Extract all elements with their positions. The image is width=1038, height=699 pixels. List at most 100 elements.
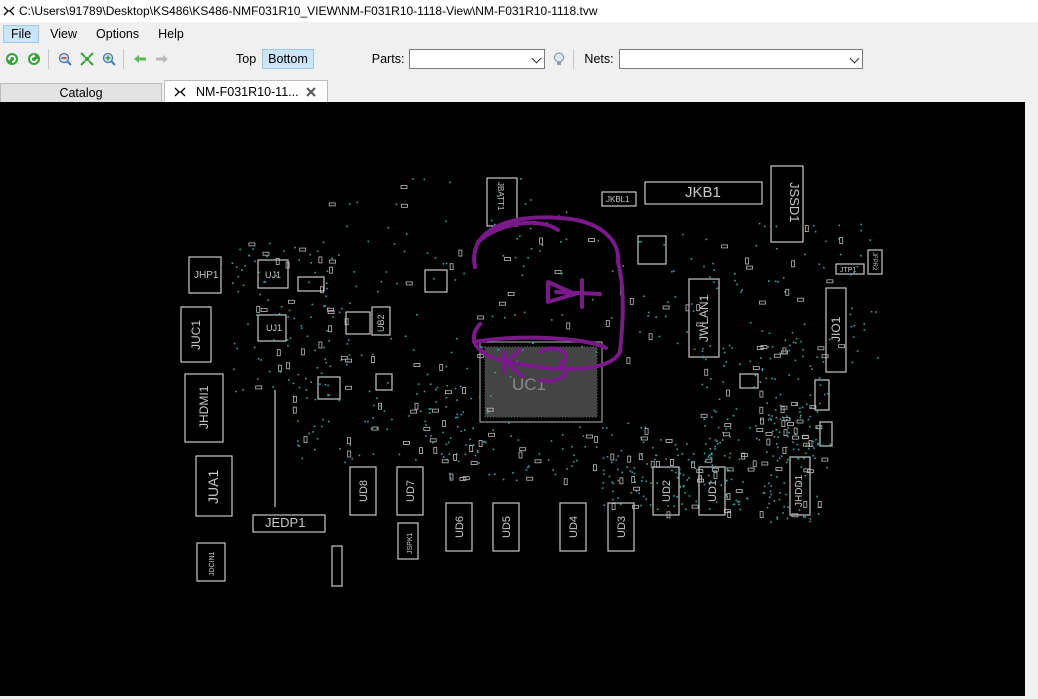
pad — [787, 458, 789, 461]
pad — [756, 437, 758, 440]
menu-file[interactable]: File — [3, 24, 40, 43]
pad — [699, 333, 702, 335]
refresh-button[interactable] — [2, 49, 22, 69]
fit-button[interactable] — [77, 49, 97, 69]
pad — [788, 502, 791, 504]
pad — [704, 425, 706, 427]
zoom-out-button[interactable] — [55, 49, 75, 69]
pad — [617, 497, 619, 499]
smd-part — [319, 286, 324, 294]
smd-part — [318, 256, 323, 264]
pad — [566, 468, 568, 470]
smd-part — [735, 489, 743, 493]
pad — [676, 448, 678, 451]
pad — [496, 195, 499, 197]
back-button[interactable] — [130, 49, 150, 69]
pad — [360, 354, 363, 356]
smd-part — [745, 257, 749, 265]
tab-catalog[interactable]: Catalog — [0, 83, 162, 102]
bottom-layer-button[interactable]: Bottom — [262, 49, 314, 69]
pad — [870, 310, 873, 313]
pad — [641, 480, 643, 482]
pad — [785, 493, 787, 496]
close-icon[interactable] — [305, 86, 317, 98]
pad — [346, 343, 349, 345]
smd-part — [586, 434, 593, 439]
pad — [324, 383, 327, 386]
pad — [776, 516, 778, 518]
pad — [524, 203, 527, 205]
pad — [412, 349, 415, 351]
pad — [456, 416, 459, 419]
pad — [573, 461, 575, 463]
pad — [708, 454, 711, 457]
label-JWLAN1: JWLAN1 — [697, 294, 711, 342]
pad — [311, 303, 314, 306]
pad — [283, 250, 285, 252]
menu-view[interactable]: View — [42, 25, 85, 43]
top-layer-button[interactable]: Top — [230, 50, 262, 68]
menu-options[interactable]: Options — [88, 25, 147, 43]
pad — [640, 504, 642, 507]
forward-button[interactable] — [152, 49, 172, 69]
pad — [435, 401, 437, 403]
refresh-alt-button[interactable] — [24, 49, 44, 69]
pad — [795, 342, 797, 344]
pad — [852, 336, 855, 338]
pad — [676, 496, 678, 498]
tab-board-file[interactable]: NM-F031R10-11... — [164, 80, 328, 102]
pad — [425, 435, 427, 437]
pad — [670, 465, 673, 468]
pad — [256, 378, 259, 380]
pad — [763, 485, 766, 488]
pad — [254, 260, 256, 263]
pad — [667, 505, 669, 507]
pad — [766, 451, 768, 453]
board-view[interactable]: JKB1 JSSD1 JKBL1 JBATT1 JHP1 UJ1 UJ1 JUC… — [0, 102, 1025, 696]
pad — [269, 242, 271, 245]
app-icon — [3, 6, 15, 16]
pad — [454, 387, 457, 390]
pad — [851, 361, 854, 364]
pad — [440, 453, 443, 455]
pad — [445, 365, 448, 368]
pad — [408, 415, 410, 417]
label-JKBL1: JKBL1 — [606, 195, 630, 204]
vertical-scrollbar[interactable] — [1025, 102, 1038, 696]
pad — [863, 323, 865, 325]
pad — [458, 460, 460, 463]
pad — [768, 280, 770, 282]
smd-part — [593, 464, 597, 472]
toolbar-separator — [123, 49, 124, 69]
pad — [730, 478, 733, 481]
highlight-button[interactable] — [549, 49, 569, 69]
pad — [372, 417, 374, 419]
pad — [465, 444, 467, 446]
pad — [611, 270, 614, 273]
parts-combo[interactable] — [409, 49, 546, 69]
label-UD7: UD7 — [405, 480, 417, 502]
pad — [705, 238, 708, 241]
pad — [527, 256, 529, 259]
pad — [416, 393, 418, 395]
pad — [775, 429, 778, 431]
pad — [338, 311, 341, 314]
pad — [517, 439, 520, 441]
chevron-down-icon — [849, 53, 860, 64]
zoom-in-button[interactable] — [99, 49, 119, 69]
smd-part — [442, 420, 446, 428]
pad — [875, 311, 877, 313]
pad — [550, 440, 553, 442]
menu-help[interactable]: Help — [150, 25, 192, 43]
board-svg[interactable]: JKB1 JSSD1 JKBL1 JBATT1 JHP1 UJ1 UJ1 JUC… — [0, 102, 1025, 696]
pad — [863, 329, 866, 331]
pad — [722, 381, 724, 383]
pad — [292, 382, 295, 385]
pad — [816, 356, 819, 358]
nets-combo[interactable] — [618, 49, 863, 69]
pad — [424, 420, 427, 423]
pad — [799, 482, 801, 485]
pad — [420, 410, 422, 412]
pad — [603, 473, 605, 475]
smd-part — [276, 349, 281, 357]
